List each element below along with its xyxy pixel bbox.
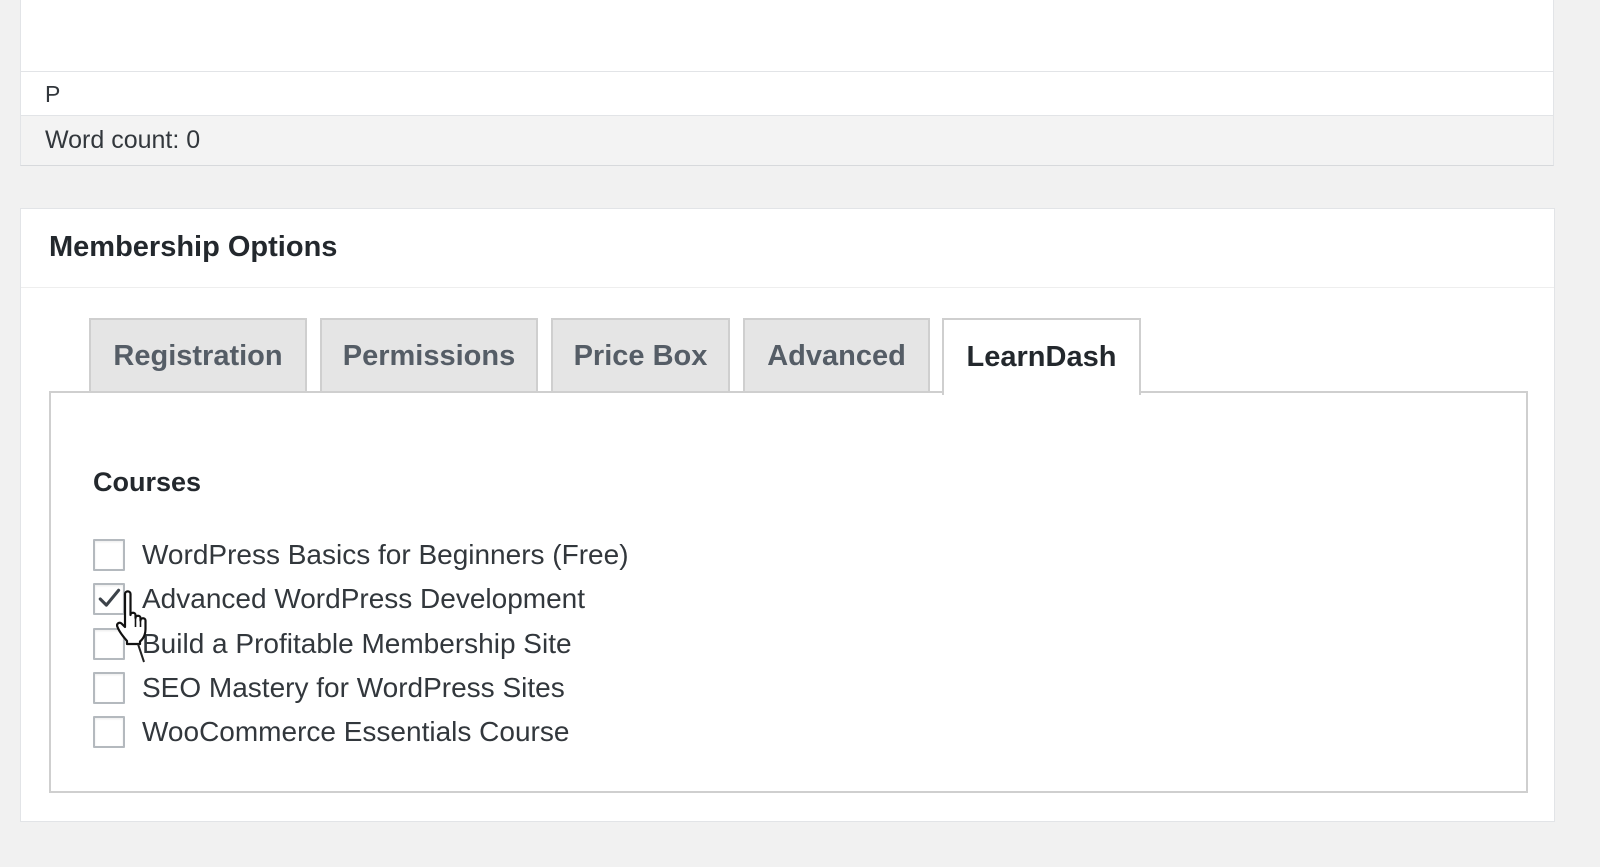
course-label-seo-mastery[interactable]: SEO Mastery for WordPress Sites: [142, 672, 565, 704]
course-item-wordpress-basics: WordPress Basics for Beginners (Free): [93, 533, 629, 577]
course-label-wordpress-basics[interactable]: WordPress Basics for Beginners (Free): [142, 539, 629, 571]
tab-permissions[interactable]: Permissions: [320, 318, 538, 392]
course-checkbox-seo-mastery[interactable]: [93, 672, 125, 705]
tab-advanced[interactable]: Advanced: [743, 318, 930, 392]
editor-status-bar: Word count: 0: [21, 116, 1553, 165]
learndash-tab-panel: Courses WordPress Basics for Beginners (…: [49, 391, 1528, 793]
editor-content-area[interactable]: [21, 0, 1553, 72]
tab-price-box[interactable]: Price Box: [551, 318, 730, 392]
membership-options-header[interactable]: Membership Options: [21, 209, 1554, 288]
editor-box: P Word count: 0: [20, 0, 1554, 166]
editor-path-bar: P: [21, 72, 1553, 116]
tab-learndash[interactable]: LearnDash: [942, 318, 1141, 395]
course-checkbox-woocommerce[interactable]: [93, 716, 125, 749]
courses-heading: Courses: [93, 467, 202, 497]
course-label-woocommerce[interactable]: WooCommerce Essentials Course: [142, 716, 569, 748]
course-item-seo-mastery: SEO Mastery for WordPress Sites: [93, 666, 629, 710]
course-item-advanced-wordpress: Advanced WordPress Development: [93, 577, 629, 621]
course-list: WordPress Basics for Beginners (Free) Ad…: [93, 533, 629, 754]
tab-registration[interactable]: Registration: [89, 318, 307, 392]
course-label-advanced-wordpress[interactable]: Advanced WordPress Development: [142, 583, 585, 615]
course-checkbox-wordpress-basics[interactable]: [93, 539, 125, 572]
checkmark-icon: [98, 589, 121, 608]
course-checkbox-membership-site[interactable]: [93, 627, 125, 660]
membership-options-title: Membership Options: [49, 231, 338, 263]
editor-path-element[interactable]: P: [45, 81, 60, 108]
course-item-woocommerce: WooCommerce Essentials Course: [93, 710, 629, 754]
word-count: Word count: 0: [45, 126, 201, 154]
course-checkbox-advanced-wordpress[interactable]: [93, 583, 125, 616]
membership-options-box: Membership Options Registration Permissi…: [20, 208, 1555, 822]
course-item-membership-site: Build a Profitable Membership Site: [93, 622, 629, 666]
course-label-membership-site[interactable]: Build a Profitable Membership Site: [142, 628, 572, 660]
